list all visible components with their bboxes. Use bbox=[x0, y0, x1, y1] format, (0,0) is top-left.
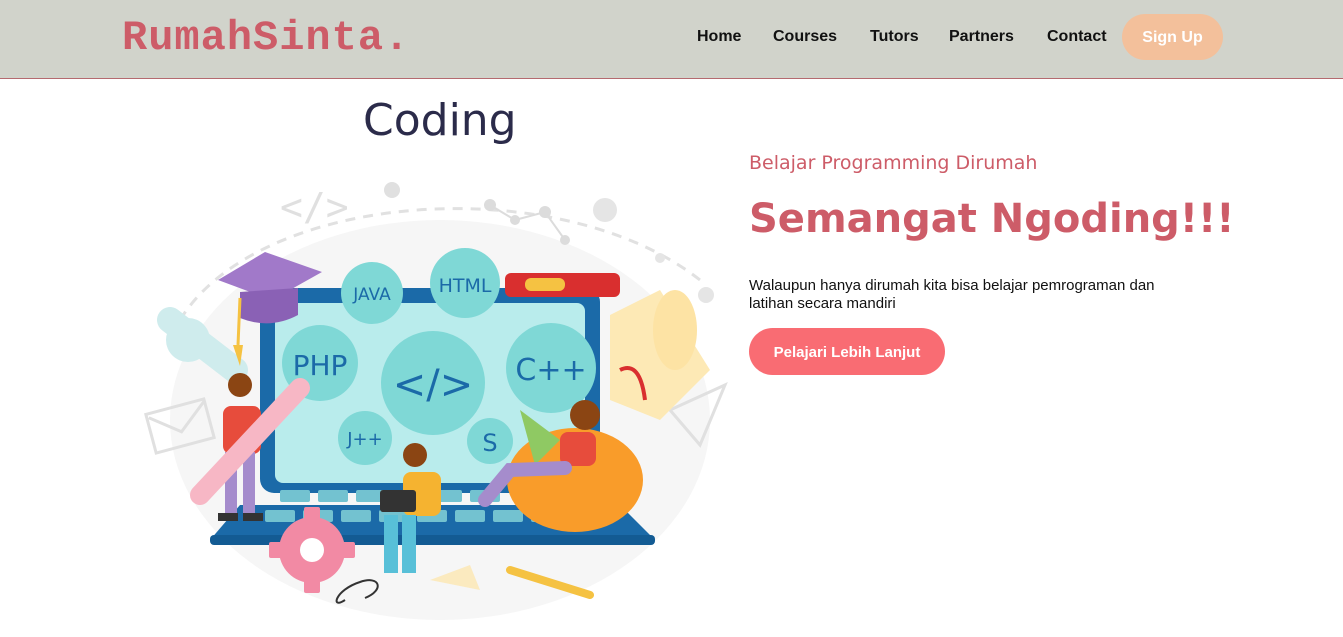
svg-text:</>: </> bbox=[280, 185, 349, 229]
learn-more-button[interactable]: Pelajari Lebih Lanjut bbox=[749, 328, 945, 375]
nav-home[interactable]: Home bbox=[697, 28, 741, 46]
signup-button[interactable]: Sign Up bbox=[1122, 14, 1223, 60]
s-badge: S bbox=[482, 429, 497, 457]
nav-tutors[interactable]: Tutors bbox=[870, 28, 919, 46]
hero-subheading: Belajar Programming Dirumah bbox=[749, 152, 1038, 174]
php-badge: PHP bbox=[293, 349, 348, 382]
hero-description: Walaupun hanya dirumah kita bisa belajar… bbox=[749, 277, 1155, 312]
cpp-badge: C++ bbox=[515, 353, 586, 388]
navbar: RumahSinta. Home Courses Tutors Partners… bbox=[0, 0, 1343, 79]
hero-heading: Semangat Ngoding!!! bbox=[749, 196, 1235, 242]
nav-partners[interactable]: Partners bbox=[949, 28, 1014, 46]
nav-contact[interactable]: Contact bbox=[1047, 28, 1107, 46]
java-badge: JAVA bbox=[352, 285, 391, 305]
page-title: Coding bbox=[363, 95, 517, 146]
logo[interactable]: RumahSinta. bbox=[122, 14, 410, 62]
jpp-badge: J++ bbox=[346, 429, 382, 450]
nav-courses[interactable]: Courses bbox=[773, 28, 837, 46]
html-badge: HTML bbox=[439, 275, 492, 297]
code-icon: </> bbox=[393, 362, 474, 408]
coding-illustration: </> JAVA HTML PHP C++ J++ S </> bbox=[144, 182, 728, 620]
